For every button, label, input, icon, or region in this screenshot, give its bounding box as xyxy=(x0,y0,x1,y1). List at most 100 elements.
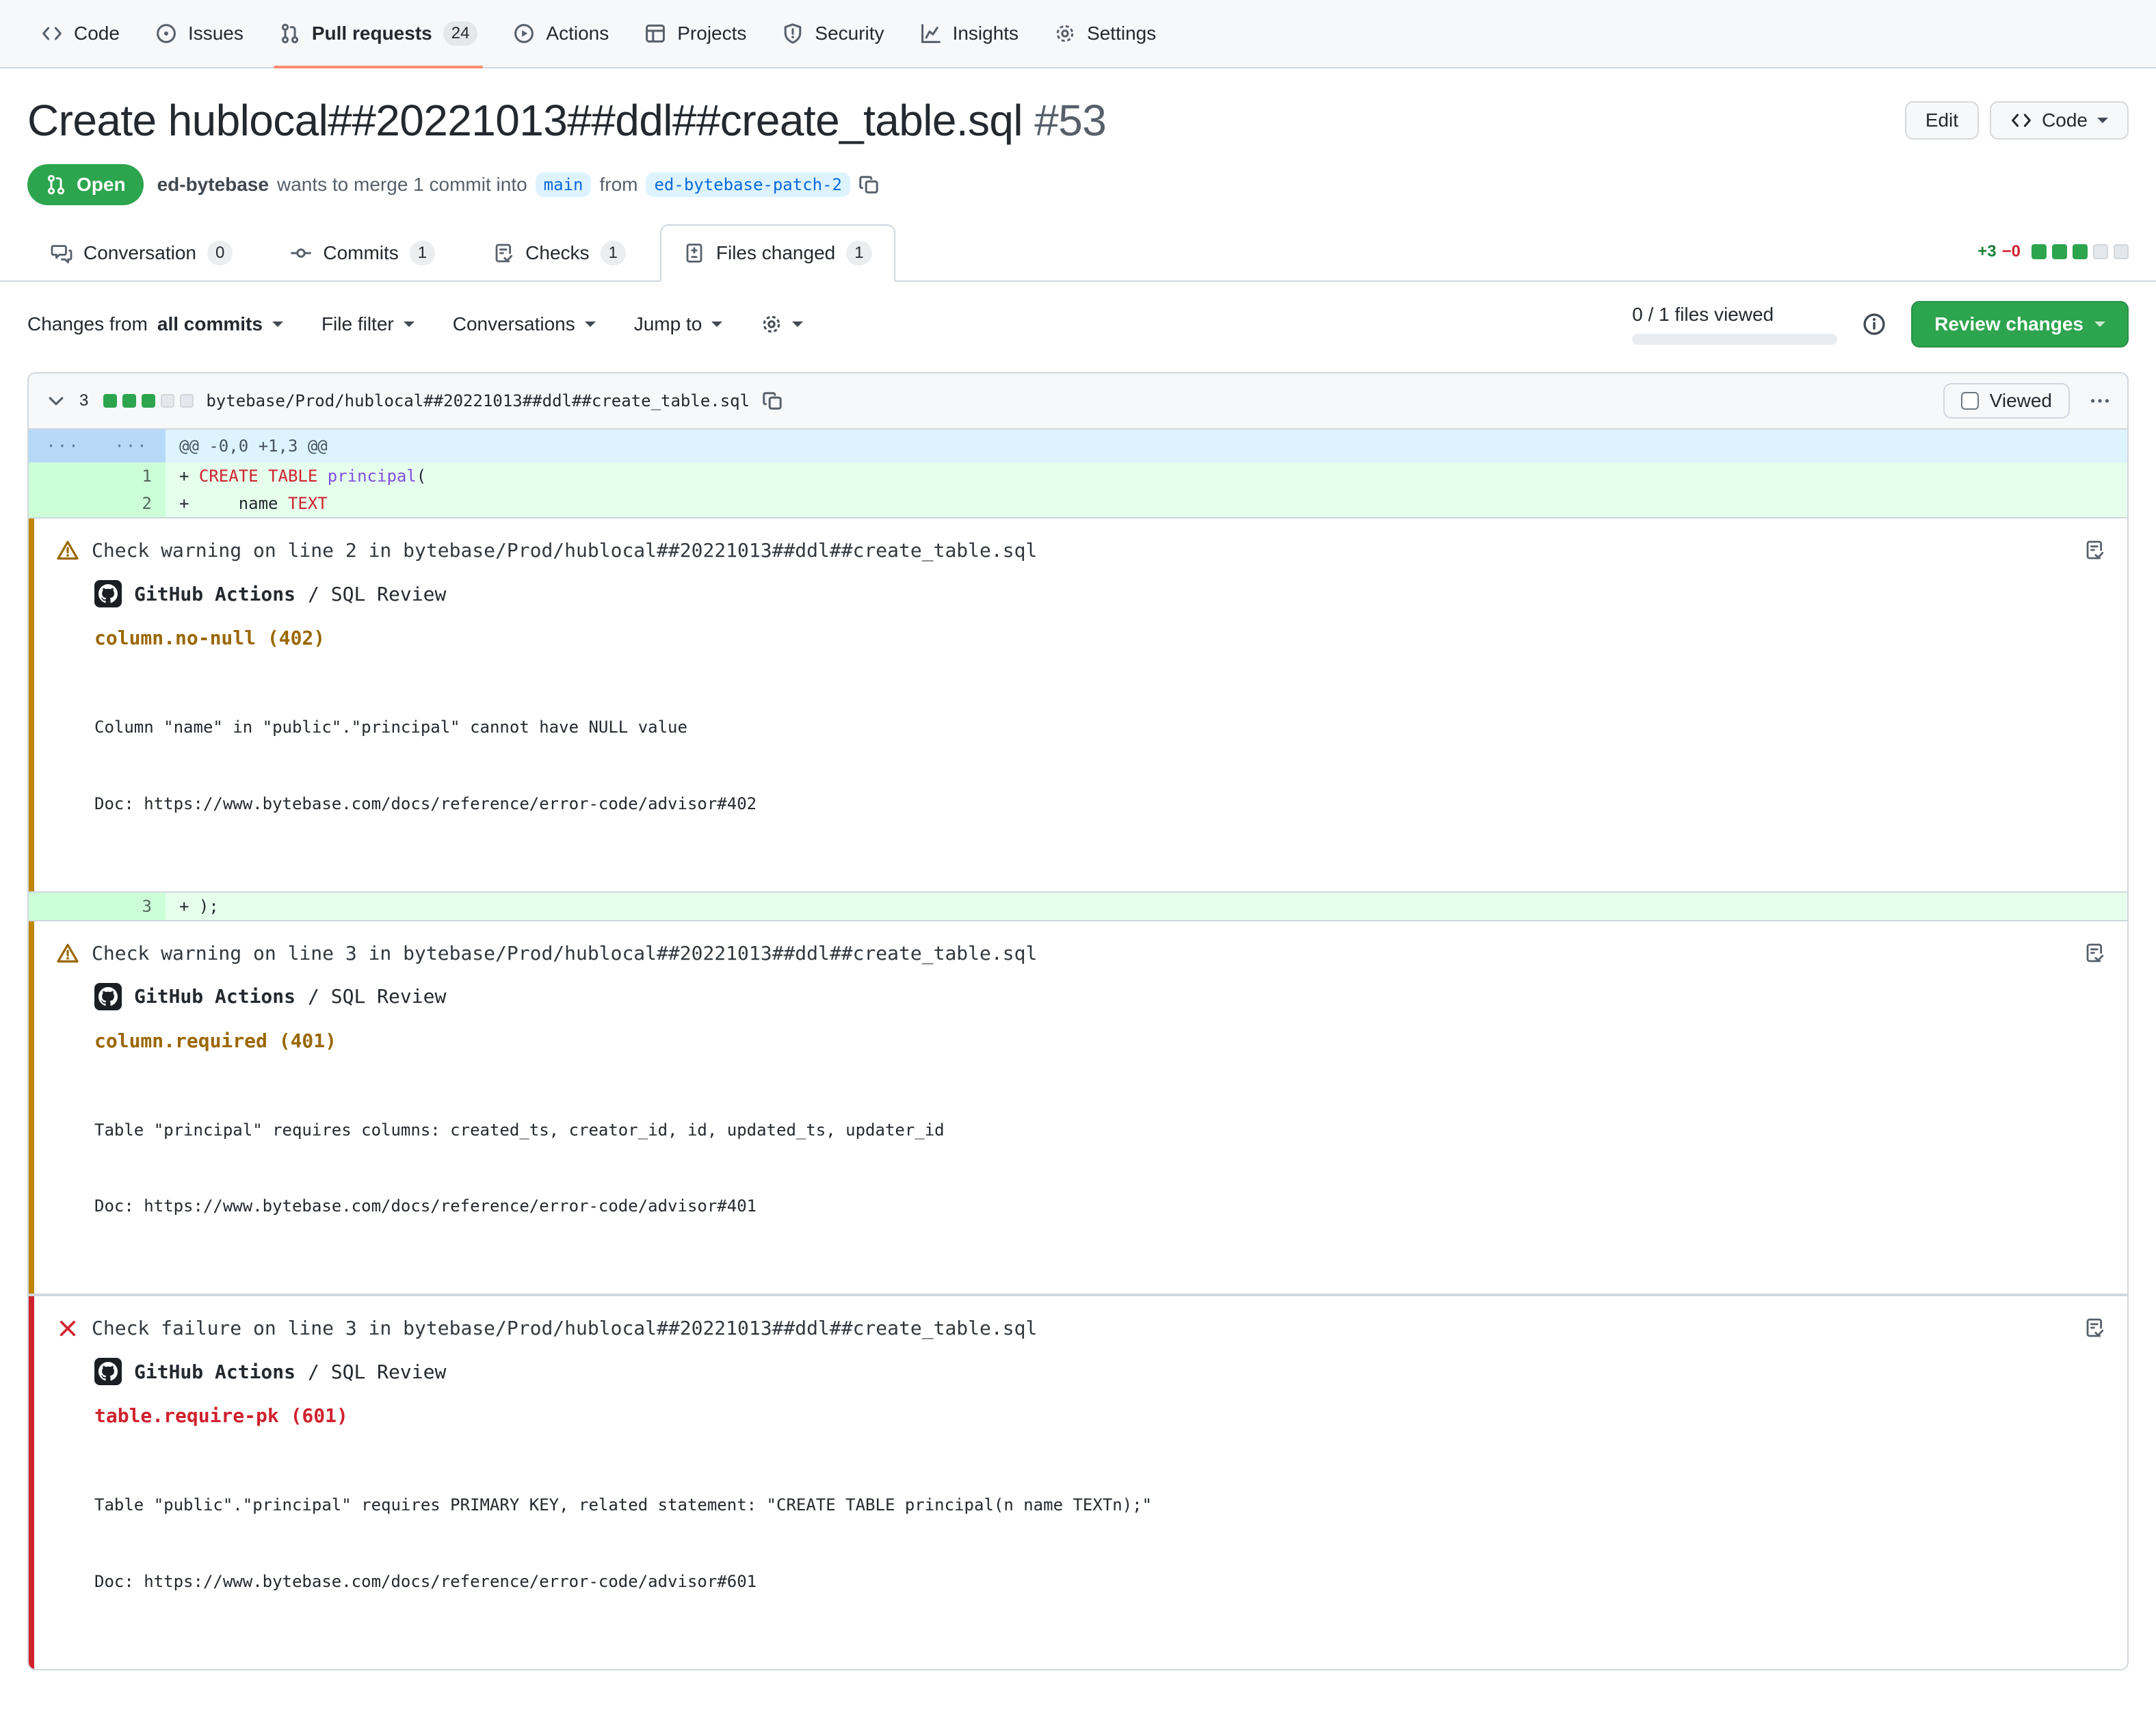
copy-file-path-button[interactable] xyxy=(762,390,784,412)
diffstat: +3 −0 xyxy=(1977,242,2129,280)
check-message-line: Doc: https://www.bytebase.com/docs/refer… xyxy=(94,1194,2105,1219)
conversations-dropdown[interactable]: Conversations xyxy=(453,313,596,335)
check-context: / SQL Review xyxy=(308,1361,446,1383)
tab-label: Conversation xyxy=(83,242,196,264)
nav-item-insights[interactable]: Insights xyxy=(906,0,1033,67)
kebab-horizontal-icon xyxy=(2089,390,2111,412)
nav-item-issues[interactable]: Issues xyxy=(142,0,257,67)
nav-item-projects[interactable]: Projects xyxy=(631,0,760,67)
file-diffstat-squares xyxy=(101,394,194,408)
tab-count: 1 xyxy=(846,241,871,265)
chevron-down-icon xyxy=(2097,118,2108,129)
jump-to-dropdown[interactable]: Jump to xyxy=(634,313,723,335)
old-line-number xyxy=(29,490,97,517)
diff-line-1[interactable]: 1 + CREATE TABLE principal( xyxy=(29,462,2127,490)
diffstat-square xyxy=(180,394,194,408)
check-message-line: Table "principal" requires columns: crea… xyxy=(94,1118,2105,1143)
check-context: / SQL Review xyxy=(308,583,446,605)
check-app-name[interactable]: GitHub Actions xyxy=(134,583,295,605)
info-icon[interactable] xyxy=(1862,312,1886,337)
pr-state-badge: Open xyxy=(27,164,144,205)
changes-from-dropdown[interactable]: Changes from all commits xyxy=(27,313,283,335)
changes-from-value: all commits xyxy=(157,313,263,335)
diffstat-square xyxy=(2114,244,2129,259)
code-plain: + xyxy=(179,467,199,486)
tab-checks[interactable]: Checks 1 xyxy=(469,224,649,282)
nav-item-settings[interactable]: Settings xyxy=(1040,0,1170,67)
check-app-name[interactable]: GitHub Actions xyxy=(134,1361,295,1383)
viewed-checkbox[interactable] xyxy=(1961,392,1979,410)
nav-item-actions[interactable]: Actions xyxy=(499,0,622,67)
repo-nav: Code Issues Pull requests 24 Actions Pro… xyxy=(0,0,2156,68)
tab-conversation[interactable]: Conversation 0 xyxy=(27,224,256,282)
code-line: + name TEXT xyxy=(166,490,2127,517)
nav-label: Security xyxy=(815,23,884,44)
chevron-down-icon xyxy=(711,322,722,332)
nav-label: Settings xyxy=(1087,23,1156,44)
nav-label: Issues xyxy=(188,23,244,44)
code-line: + ); xyxy=(166,893,2127,920)
tab-files-changed[interactable]: Files changed 1 xyxy=(660,224,895,282)
pr-author[interactable]: ed-bytebase xyxy=(157,174,269,196)
diff-settings-dropdown[interactable] xyxy=(761,313,803,335)
check-message: Column "name" in "public"."principal" ca… xyxy=(94,664,2105,868)
check-message-line: Doc: https://www.bytebase.com/docs/refer… xyxy=(94,791,2105,817)
tab-label: Files changed xyxy=(716,242,835,264)
viewed-toggle-button[interactable]: Viewed xyxy=(1943,383,2070,419)
head-branch-label[interactable]: ed-bytebase-patch-2 xyxy=(646,172,850,197)
viewed-label: Viewed xyxy=(1990,390,2052,412)
code-button-label: Code xyxy=(2042,109,2088,131)
hunk-gutter-new: ··· xyxy=(97,430,166,462)
diff-line-2[interactable]: 2 + name TEXT xyxy=(29,490,2127,517)
collapse-file-button[interactable] xyxy=(45,390,67,412)
nav-label: Pull requests xyxy=(312,23,432,44)
pr-header: Create hublocal##20221013##ddl##create_t… xyxy=(0,68,2156,205)
tab-commits[interactable]: Commits 1 xyxy=(267,224,458,282)
copy-branch-button[interactable] xyxy=(858,174,880,196)
file-diff-icon xyxy=(683,242,705,264)
diffstat-square xyxy=(142,394,155,408)
github-actions-avatar xyxy=(94,1358,122,1385)
check-rule-name: table.require-pk (601) xyxy=(94,1404,2105,1427)
code-icon xyxy=(2010,109,2032,131)
github-actions-avatar xyxy=(94,580,122,607)
file-options-kebab-button[interactable] xyxy=(2089,390,2111,412)
base-branch-label[interactable]: main xyxy=(536,172,592,197)
nav-item-code[interactable]: Code xyxy=(27,0,133,67)
check-annotation-warning-line3: Check warning on line 3 in bytebase/Prod… xyxy=(29,920,2127,1296)
file-filter-dropdown[interactable]: File filter xyxy=(321,313,415,335)
check-message: Table "principal" requires columns: crea… xyxy=(94,1067,2105,1271)
view-workflow-check-button[interactable] xyxy=(2083,942,2105,964)
checklist-icon xyxy=(492,242,514,264)
check-app-name[interactable]: GitHub Actions xyxy=(134,985,295,1008)
view-workflow-check-button[interactable] xyxy=(2083,539,2105,561)
nav-item-security[interactable]: Security xyxy=(768,0,897,67)
gear-icon xyxy=(1054,23,1076,44)
view-workflow-check-button[interactable] xyxy=(2083,1317,2105,1339)
tab-count: 1 xyxy=(410,241,435,265)
chevron-down-icon xyxy=(585,322,596,332)
nav-item-pull-requests[interactable]: Pull requests 24 xyxy=(265,0,492,67)
review-changes-button[interactable]: Review changes xyxy=(1911,301,2129,347)
files-toolbar: Changes from all commits File filter Con… xyxy=(0,282,2156,369)
shield-icon xyxy=(782,23,804,44)
merge-text: wants to merge 1 commit into xyxy=(277,174,527,196)
chevron-down-icon xyxy=(792,322,803,332)
code-icon xyxy=(41,23,63,44)
comment-discussion-icon xyxy=(51,242,73,264)
files-viewed-progress: 0 / 1 files viewed xyxy=(1632,304,1837,345)
chevron-down-icon xyxy=(2094,322,2105,332)
checklist-icon xyxy=(2083,539,2105,561)
diffstat-square xyxy=(2052,244,2067,259)
edit-button[interactable]: Edit xyxy=(1905,101,1979,140)
check-message-line: Column "name" in "public"."principal" ca… xyxy=(94,715,2105,740)
file-path[interactable]: bytebase/Prod/hublocal##20221013##ddl##c… xyxy=(206,391,750,410)
diffstat-square xyxy=(161,394,174,408)
code-keyword: TEXT xyxy=(288,494,328,513)
chevron-down-icon xyxy=(404,322,415,332)
code-identifier: principal xyxy=(328,467,417,486)
code-plain: + ); xyxy=(179,897,219,916)
chevron-down-icon xyxy=(45,390,67,412)
diff-line-3[interactable]: 3 + ); xyxy=(29,893,2127,920)
code-dropdown-button[interactable]: Code xyxy=(1990,101,2129,140)
